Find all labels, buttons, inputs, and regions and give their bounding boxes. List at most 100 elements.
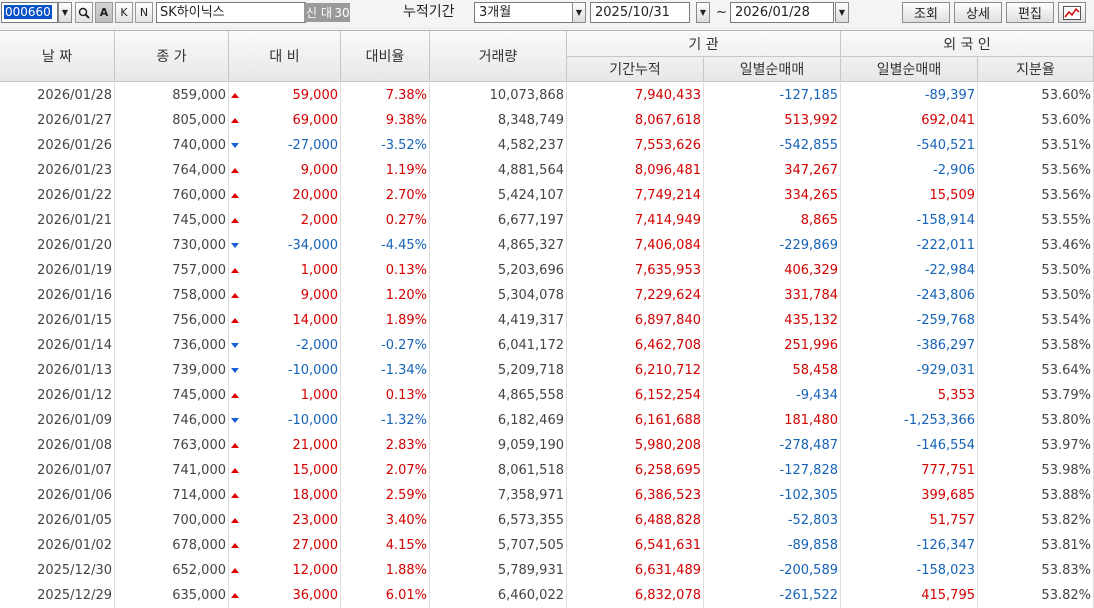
stock-code-input[interactable]: 000660 [1,2,58,23]
triangle-down-icon [231,343,239,348]
table-row[interactable]: 2026/01/05 700,000 23,000 3.40% 6,573,355 6,4… [0,508,1094,533]
market-filter-k-button[interactable]: K [115,2,133,23]
cell-foreign-share: 53.56% [978,158,1094,183]
cell-foreign-share: 53.97% [978,433,1094,458]
triangle-down-icon [231,143,239,148]
chart-view-button[interactable] [1058,2,1086,23]
header-change[interactable]: 대 비 [229,31,341,82]
cell-change: 18,000 [229,483,341,508]
end-date-picker-button[interactable]: ▼ [835,2,849,23]
cell-change: -2,000 [229,333,341,358]
header-institution-cumulative[interactable]: 기간누적 [567,57,704,82]
header-foreign-daily[interactable]: 일별순매매 [841,57,978,82]
table-row[interactable]: 2026/01/14 736,000 -2,000 -0.27% 6,041,172 6,… [0,333,1094,358]
header-change-rate[interactable]: 대비율 [341,31,430,82]
cell-foreign-share: 53.50% [978,283,1094,308]
cell-foreign-daily: 415,795 [841,583,978,608]
table-row[interactable]: 2026/01/07 741,000 15,000 2.07% 8,061,518 6,2… [0,458,1094,483]
table-row[interactable]: 2026/01/26 740,000 -27,000 -3.52% 4,582,237 7… [0,133,1094,158]
start-date-input[interactable]: 2025/10/31 [590,2,690,23]
cell-foreign-daily: -1,253,366 [841,408,978,433]
table-row[interactable]: 2026/01/21 745,000 2,000 0.27% 6,677,197 7,41… [0,208,1094,233]
market-filter-a-button[interactable]: A [95,2,113,23]
cell-foreign-daily: 15,509 [841,183,978,208]
detail-button[interactable]: 상세 [954,2,1002,23]
table-row[interactable]: 2026/01/23 764,000 9,000 1.19% 4,881,564 8,09… [0,158,1094,183]
cell-institution-cumulative: 5,980,208 [567,433,704,458]
header-foreign-share[interactable]: 지분율 [978,57,1094,82]
table-row[interactable]: 2026/01/27 805,000 69,000 9.38% 8,348,749 8,0… [0,108,1094,133]
market-filter-a-label: A [99,6,109,19]
table-row[interactable]: 2026/01/12 745,000 1,000 0.13% 4,865,558 6,15… [0,383,1094,408]
cell-institution-daily: 513,992 [704,108,841,133]
cell-close-price: 714,000 [115,483,229,508]
table-row[interactable]: 2026/01/19 757,000 1,000 0.13% 5,203,696 7,63… [0,258,1094,283]
stock-name-field[interactable]: SK하이닉스 [156,2,306,23]
cell-foreign-share: 53.64% [978,358,1094,383]
cell-close-price: 700,000 [115,508,229,533]
header-date[interactable]: 날 짜 [0,31,115,82]
cell-volume: 6,573,355 [430,508,567,533]
triangle-up-icon [231,218,239,223]
cell-institution-daily: -278,487 [704,433,841,458]
cell-date: 2026/01/08 [0,433,115,458]
triangle-up-icon [231,193,239,198]
table-row[interactable]: 2026/01/16 758,000 9,000 1.20% 5,304,078 7,22… [0,283,1094,308]
cell-close-price: 764,000 [115,158,229,183]
triangle-up-icon [231,118,239,123]
cell-institution-cumulative: 6,386,523 [567,483,704,508]
cell-change: 9,000 [229,283,341,308]
market-filter-n-button[interactable]: N [135,2,153,23]
header-close-price[interactable]: 종 가 [115,31,229,82]
stock-code-dropdown-button[interactable]: ▼ [58,2,72,23]
stock-code-value: 000660 [4,5,52,19]
cell-volume: 6,460,022 [430,583,567,608]
start-date-picker-button[interactable]: ▼ [696,2,710,23]
header-institution-daily[interactable]: 일별순매매 [704,57,841,82]
table-row[interactable]: 2026/01/08 763,000 21,000 2.83% 9,059,190 5,9… [0,433,1094,458]
cell-institution-daily: 251,996 [704,333,841,358]
table-row[interactable]: 2026/01/28 859,000 59,000 7.38% 10,073,868 7,… [0,83,1094,108]
cell-volume: 4,419,317 [430,308,567,333]
cell-volume: 8,348,749 [430,108,567,133]
triangle-up-icon [231,468,239,473]
period-dropdown-button[interactable]: ▼ [572,2,586,23]
cell-foreign-share: 53.82% [978,583,1094,608]
end-date-input[interactable]: 2026/01/28 [730,2,834,23]
triangle-up-icon [231,268,239,273]
cell-institution-daily: -261,522 [704,583,841,608]
cell-date: 2026/01/14 [0,333,115,358]
cell-change: 59,000 [229,83,341,108]
table-row[interactable]: 2026/01/22 760,000 20,000 2.70% 5,424,107 7,7… [0,183,1094,208]
stock-search-button[interactable] [75,2,93,23]
cell-institution-cumulative: 7,749,214 [567,183,704,208]
cell-institution-cumulative: 6,152,254 [567,383,704,408]
table-row[interactable]: 2026/01/20 730,000 -34,000 -4.45% 4,865,327 7… [0,233,1094,258]
table-row[interactable]: 2025/12/29 635,000 36,000 6.01% 6,460,022 6,8… [0,583,1094,608]
cell-foreign-share: 53.51% [978,133,1094,158]
query-button[interactable]: 조회 [902,2,950,23]
cell-institution-cumulative: 7,553,626 [567,133,704,158]
cell-volume: 10,073,868 [430,83,567,108]
cell-institution-daily: 347,267 [704,158,841,183]
cell-volume: 5,304,078 [430,283,567,308]
cell-institution-cumulative: 8,096,481 [567,158,704,183]
triangle-up-icon [231,518,239,523]
table-row[interactable]: 2026/01/09 746,000 -10,000 -1.32% 6,182,469 6… [0,408,1094,433]
edit-button[interactable]: 편집 [1006,2,1054,23]
cell-change: -27,000 [229,133,341,158]
table-row[interactable]: 2025/12/30 652,000 12,000 1.88% 5,789,931 6,6… [0,558,1094,583]
cell-institution-cumulative: 7,414,949 [567,208,704,233]
cell-change-rate: 0.13% [341,258,430,283]
cell-institution-cumulative: 6,631,489 [567,558,704,583]
table-row[interactable]: 2026/01/15 756,000 14,000 1.89% 4,419,317 6,8… [0,308,1094,333]
market-filter-k-label: K [120,6,128,19]
cell-foreign-daily: -22,984 [841,258,978,283]
cell-date: 2026/01/19 [0,258,115,283]
period-select[interactable]: 3개월 [474,2,574,23]
cell-volume: 5,707,505 [430,533,567,558]
table-row[interactable]: 2026/01/06 714,000 18,000 2.59% 7,358,971 6,3… [0,483,1094,508]
table-row[interactable]: 2026/01/02 678,000 27,000 4.15% 5,707,505 6,5… [0,533,1094,558]
header-volume[interactable]: 거래량 [430,31,567,82]
table-row[interactable]: 2026/01/13 739,000 -10,000 -1.34% 5,209,718 6… [0,358,1094,383]
